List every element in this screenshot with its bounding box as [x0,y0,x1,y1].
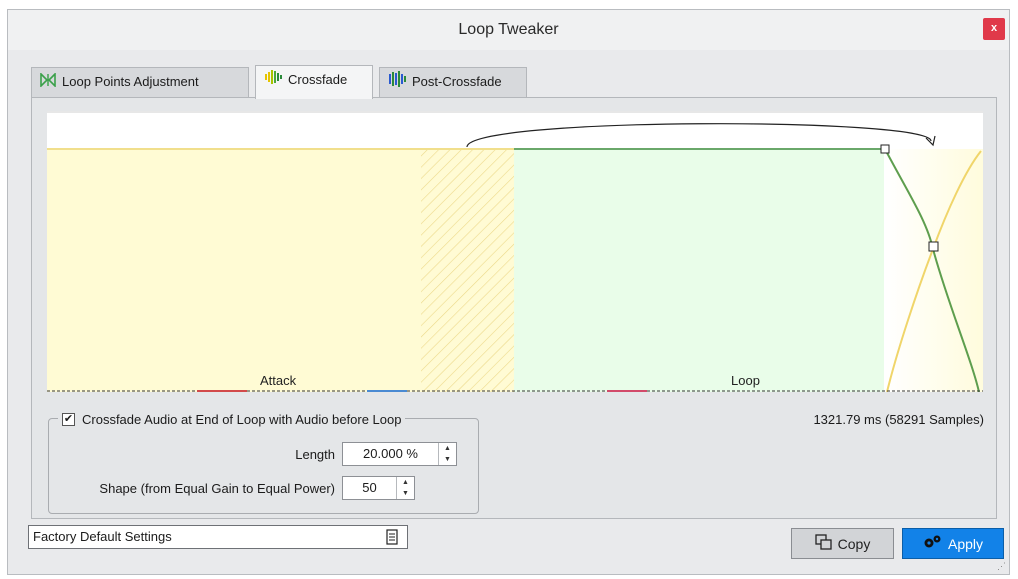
tab-label: Crossfade [288,72,348,87]
loop-label: Loop [731,373,760,388]
preset-label: Factory Default Settings [33,529,172,544]
window-title: Loop Tweaker [458,21,559,38]
loop-region [514,149,884,392]
copy-button[interactable]: Copy [791,528,894,559]
tab-label: Loop Points Adjustment [62,74,199,89]
copy-icon [815,534,833,553]
apply-button[interactable]: Apply [902,528,1004,559]
length-spinbox[interactable]: 20.000 % ▲ ▼ [342,442,457,466]
length-up-arrow[interactable]: ▲ [439,443,456,454]
loop-points-icon [40,69,56,97]
length-label: Length [295,447,335,462]
loop-tweaker-window: Loop Tweaker x Loop Points Adjustment Cr… [7,9,1010,575]
attack-label: Attack [260,373,297,388]
preset-menu-icon [385,529,399,552]
crossfade-checkbox[interactable]: ✔ [62,413,75,426]
crossfade-panel: Attack Loop ✔ Crossfade Audio at End of … [31,97,997,519]
crossfade-checkbox-label: Crossfade Audio at End of Loop with Audi… [82,412,402,427]
crossfade-enable-row[interactable]: ✔ Crossfade Audio at End of Loop with Au… [58,412,406,427]
post-crossfade-icon [388,69,406,97]
close-button[interactable]: x [983,18,1005,40]
preset-selector[interactable]: Factory Default Settings [28,525,408,549]
duration-readout: 1321.79 ms (58291 Samples) [813,412,984,427]
tab-label: Post-Crossfade [412,74,502,89]
loop-jump-arc [466,123,932,148]
fade-mid-handle [928,241,939,252]
shape-down-arrow[interactable]: ▼ [397,488,414,499]
copy-label: Copy [837,535,871,552]
tab-post-crossfade[interactable]: Post-Crossfade [379,67,527,98]
shape-value[interactable]: 50 [343,477,396,499]
crossfade-icon [264,67,282,95]
resize-grip[interactable]: ⋰ [997,561,1006,572]
length-down-arrow[interactable]: ▼ [439,454,456,465]
fade-start-handle [880,144,890,154]
length-value[interactable]: 20.000 % [343,443,438,465]
shape-label: Shape (from Equal Gain to Equal Power) [99,481,335,496]
shape-spinbox[interactable]: 50 ▲ ▼ [342,476,415,500]
shape-up-arrow[interactable]: ▲ [397,477,414,488]
crossfade-graph-svg [47,111,983,392]
gears-icon [923,534,943,553]
tab-loop-points-adjustment[interactable]: Loop Points Adjustment [31,67,249,98]
title-bar: Loop Tweaker x [8,10,1009,50]
crossfade-graph[interactable]: Attack Loop [47,111,983,392]
crossfade-hatch [421,149,514,392]
apply-label: Apply [947,535,984,552]
tab-crossfade[interactable]: Crossfade [255,65,373,99]
